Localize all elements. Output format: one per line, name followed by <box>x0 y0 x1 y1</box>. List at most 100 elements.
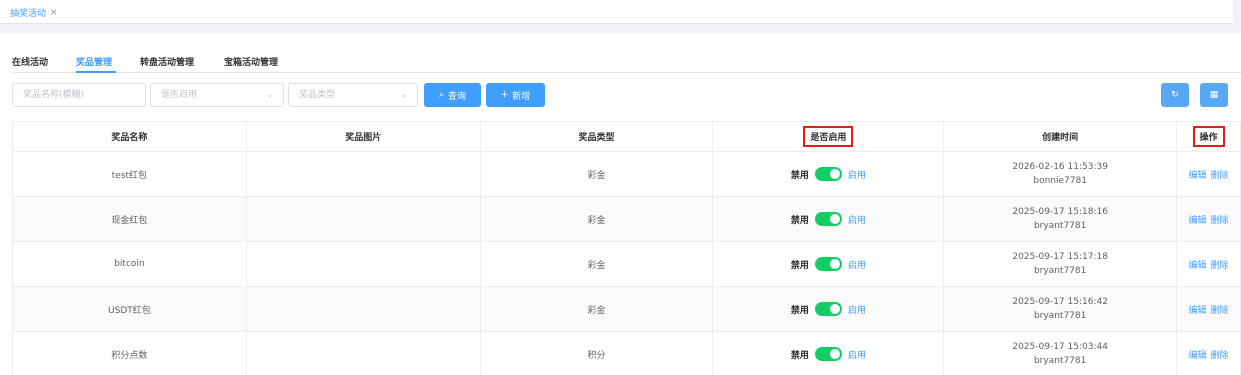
cell-created: 2025-09-17 15:18:16 bryant7781 <box>944 197 1178 242</box>
delete-link[interactable]: 删除 <box>1211 213 1229 226</box>
enable-toggle[interactable] <box>814 347 842 361</box>
edit-link[interactable]: 编辑 <box>1189 168 1207 181</box>
search-button[interactable]: ⌕ 查询 <box>424 83 481 107</box>
switch-on-label: 启用 <box>847 350 866 361</box>
page-tabs-bar: 抽奖活动 × <box>0 0 1241 24</box>
section-divider <box>0 24 1241 33</box>
table-row: 现金红包 彩金 禁用 启用 2025-09-17 15:18:16 bryant… <box>13 197 1241 242</box>
cell-name: bitcoin <box>13 242 247 287</box>
cell-enabled: 禁用 启用 <box>713 242 945 287</box>
tab-online-activity[interactable]: 在线活动 <box>12 55 48 68</box>
cell-created: 2025-09-17 15:16:42 bryant7781 <box>944 287 1178 332</box>
cell-type: 积分 <box>481 332 714 375</box>
cell-image <box>247 332 481 375</box>
plus-icon: + <box>500 90 509 100</box>
created-time: 2026-02-16 11:53:39 <box>1012 162 1108 172</box>
header-actions: 操作 <box>1177 122 1241 152</box>
enabled-select[interactable]: 是否启用 ⌄ <box>150 83 284 107</box>
header-label-highlighted: 操作 <box>1192 126 1225 147</box>
enable-switch-group: 禁用 启用 <box>791 212 866 226</box>
header-prize-name: 奖品名称 <box>13 122 247 152</box>
prize-name-input[interactable]: 奖品名称(模糊) <box>12 83 146 107</box>
grid-icon: ▦ <box>1209 90 1219 100</box>
header-prize-image: 奖品图片 <box>246 122 481 152</box>
prize-table: 奖品名称 奖品图片 奖品类型 是否启用 创建时间 操作 test红包 彩金 禁用… <box>12 121 1241 375</box>
cell-actions: 编辑 删除 <box>1177 287 1241 332</box>
cell-enabled: 禁用 启用 <box>713 332 945 375</box>
cell-name: USDT红包 <box>13 287 247 332</box>
cell-name: 现金红包 <box>13 197 247 242</box>
cell-created: 2025-09-17 15:03:44 bryant7781 <box>944 332 1178 375</box>
refresh-icon: ↻ <box>1171 90 1179 100</box>
search-button-label: 查询 <box>448 91 467 102</box>
page-tab-label: 抽奖活动 <box>10 9 47 19</box>
edit-link[interactable]: 编辑 <box>1189 303 1207 316</box>
created-by: bryant7781 <box>1033 356 1087 366</box>
tab-chest-activity[interactable]: 宝箱活动管理 <box>224 55 278 68</box>
edit-link[interactable]: 编辑 <box>1189 348 1207 361</box>
delete-link[interactable]: 删除 <box>1211 258 1229 271</box>
toggle-knob <box>829 169 840 179</box>
table-row: test红包 彩金 禁用 启用 2026-02-16 11:53:39 bonn… <box>13 152 1241 197</box>
tab-prize-management[interactable]: 奖品管理 <box>76 55 112 68</box>
cell-created: 2026-02-16 11:53:39 bonnie7781 <box>944 152 1178 197</box>
prize-type: 彩金 <box>587 170 606 181</box>
cell-name: test红包 <box>13 152 247 197</box>
edit-link[interactable]: 编辑 <box>1189 213 1207 226</box>
enabled-placeholder: 是否启用 <box>161 90 198 100</box>
cell-type: 彩金 <box>480 152 714 197</box>
prize-name: bitcoin <box>114 259 145 269</box>
header-label: 奖品名称 <box>111 133 148 143</box>
cell-image <box>246 152 481 197</box>
enable-toggle[interactable] <box>814 212 842 226</box>
cell-type: 彩金 <box>480 287 714 332</box>
switch-off-label: 禁用 <box>790 260 809 271</box>
cell-actions: 编辑 删除 <box>1177 332 1241 375</box>
switch-on-label: 启用 <box>847 170 866 181</box>
edit-link[interactable]: 编辑 <box>1189 258 1207 271</box>
delete-link[interactable]: 删除 <box>1211 348 1229 361</box>
switch-off-label: 禁用 <box>790 305 809 316</box>
table-header: 奖品名称 奖品图片 奖品类型 是否启用 创建时间 操作 <box>13 122 1241 152</box>
header-label: 奖品类型 <box>578 133 615 143</box>
enable-toggle[interactable] <box>814 167 842 181</box>
cell-image <box>246 197 481 242</box>
delete-link[interactable]: 删除 <box>1211 303 1229 316</box>
cell-image <box>246 287 481 332</box>
prize-type-placeholder: 奖品类型 <box>299 90 336 100</box>
cell-enabled: 禁用 启用 <box>713 152 945 197</box>
prize-type: 彩金 <box>587 260 606 271</box>
table-row: 积分点数 积分 禁用 启用 2025-09-17 15:03:44 bryant… <box>13 332 1241 375</box>
table-row: USDT红包 彩金 禁用 启用 2025-09-17 15:16:42 brya… <box>13 287 1241 332</box>
switch-on-label: 启用 <box>847 215 866 226</box>
created-by: bryant7781 <box>1033 311 1087 321</box>
switch-on-label: 启用 <box>847 260 866 271</box>
cell-type: 彩金 <box>480 242 714 287</box>
refresh-button[interactable]: ↻ <box>1161 83 1189 107</box>
enable-switch-group: 禁用 启用 <box>791 347 866 361</box>
prize-type-select[interactable]: 奖品类型 ⌄ <box>288 83 418 107</box>
column-settings-button[interactable]: ▦ <box>1200 83 1228 107</box>
cell-image <box>246 242 481 287</box>
cell-actions: 编辑 删除 <box>1177 242 1241 287</box>
page-tab-lottery[interactable]: 抽奖活动 × <box>10 6 58 20</box>
prize-name-placeholder: 奖品名称(模糊) <box>23 90 85 100</box>
active-tab-indicator <box>76 71 116 73</box>
enable-toggle[interactable] <box>814 302 842 316</box>
prize-name: 积分点数 <box>111 350 148 361</box>
toggle-knob <box>829 304 840 314</box>
created-time: 2025-09-17 15:17:18 <box>1012 252 1108 262</box>
cell-name: 积分点数 <box>13 332 247 375</box>
header-label: 创建时间 <box>1042 133 1079 143</box>
add-button[interactable]: + 新增 <box>486 83 545 107</box>
cell-created: 2025-09-17 15:17:18 bryant7781 <box>944 242 1178 287</box>
switch-off-label: 禁用 <box>790 170 809 181</box>
close-icon[interactable]: × <box>50 8 58 18</box>
cell-type: 彩金 <box>480 197 714 242</box>
created-time: 2025-09-17 15:18:16 <box>1012 207 1108 217</box>
tab-wheel-activity[interactable]: 转盘活动管理 <box>140 55 194 68</box>
enable-toggle[interactable] <box>814 257 842 271</box>
delete-link[interactable]: 删除 <box>1211 168 1229 181</box>
switch-off-label: 禁用 <box>790 215 809 226</box>
enable-switch-group: 禁用 启用 <box>791 167 866 181</box>
